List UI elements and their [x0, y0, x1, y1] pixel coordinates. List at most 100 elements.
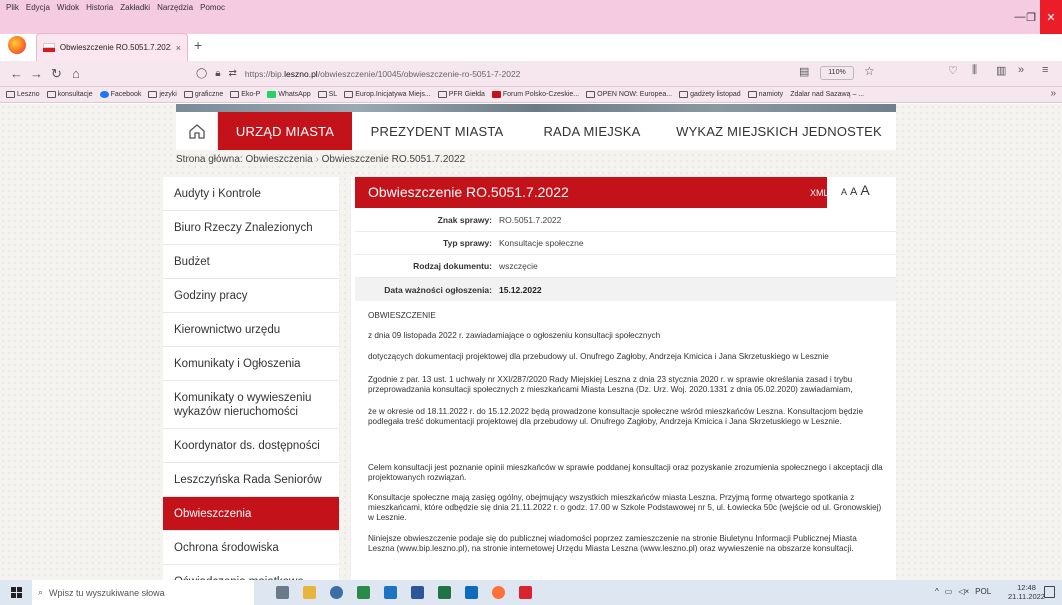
reader-view-icon[interactable]: ▤: [799, 65, 809, 78]
bookmark-item[interactable]: Zdalar nad Sazawą – ...: [790, 91, 864, 98]
bookmark-item[interactable]: namioty: [747, 91, 783, 98]
hamburger-menu-icon[interactable]: ≡: [1042, 64, 1048, 76]
app-icon[interactable]: [384, 586, 397, 599]
nav-wykaz-jednostek[interactable]: WYKAZ MIEJSKICH JEDNOSTEK: [662, 112, 896, 150]
forward-icon[interactable]: →: [30, 66, 43, 81]
breadcrumb-current: Obwieszczenie RO.5051.7.2022: [321, 154, 466, 165]
excel-icon[interactable]: [438, 586, 451, 599]
bookmark-item[interactable]: Eko-P: [230, 91, 260, 98]
windows-start-icon[interactable]: [11, 587, 22, 598]
sidebar-item-wykazy[interactable]: Komunikaty o wywieszeniu wykazów nieruch…: [163, 381, 339, 429]
font-size-switcher: A A A: [841, 182, 870, 198]
new-tab-icon[interactable]: +: [194, 37, 202, 53]
tab-close-icon[interactable]: ×: [176, 43, 181, 53]
bookmark-item[interactable]: gadżety listopad: [679, 91, 741, 98]
bookmarks-overflow-icon[interactable]: »: [1050, 88, 1056, 99]
sidebar-item-komunikaty[interactable]: Komunikaty i Ogłoszenia: [163, 347, 339, 381]
file-explorer-icon[interactable]: [303, 586, 316, 599]
header-banner-image: [176, 104, 896, 112]
bookmark-item[interactable]: Facebook: [99, 91, 141, 98]
notifications-icon[interactable]: [1044, 586, 1055, 598]
sidebar-item-audyty[interactable]: Audyty i Kontrole: [163, 177, 339, 211]
bookmark-item[interactable]: graficzne: [183, 91, 223, 98]
meta-row: Typ sprawy: Konsultacje społeczne: [355, 232, 896, 255]
bookmark-item[interactable]: konsultacje: [46, 91, 93, 98]
menu-plik[interactable]: Plik: [6, 3, 19, 12]
bookmark-item[interactable]: Forum Polsko-Czeskie...: [491, 91, 579, 98]
nav-urzad-miasta[interactable]: URZĄD MIASTA: [218, 112, 352, 150]
permissions-icon[interactable]: ⇄: [229, 68, 237, 79]
sidebar-item-budzet[interactable]: Budżet: [163, 245, 339, 279]
taskbar-clock[interactable]: 12:48 21.11.2022: [1008, 583, 1045, 601]
doc-paragraph: Niniejsze obwieszczenie podaje się do pu…: [368, 534, 857, 553]
close-window-icon[interactable]: ✕: [1040, 0, 1062, 34]
app-icon[interactable]: [330, 586, 343, 599]
bookmark-item[interactable]: WhatsApp: [267, 91, 311, 98]
menu-edycja[interactable]: Edycja: [26, 3, 50, 12]
main-navigation: URZĄD MIASTA PREZYDENT MIASTA RADA MIEJS…: [176, 112, 896, 150]
font-size-large[interactable]: A: [860, 182, 869, 198]
search-placeholder: Wpisz tu wyszukiwane słowa: [49, 587, 165, 598]
sidebar-icon[interactable]: ▥: [996, 64, 1006, 77]
library-icon[interactable]: ⫼: [972, 64, 977, 77]
sidebar-item-oswiadczenia[interactable]: Oświadczenia majątkowe: [163, 565, 339, 581]
bookmark-item[interactable]: Europ.Inicjatywa Miejs...: [344, 91, 431, 98]
nav-rada-miejska[interactable]: RADA MIEJSKA: [522, 112, 662, 150]
network-icon[interactable]: ▭: [945, 587, 953, 596]
sidebar-item-godziny[interactable]: Godziny pracy: [163, 279, 339, 313]
home-icon[interactable]: ⌂: [72, 66, 80, 81]
language-indicator[interactable]: POL: [975, 587, 991, 596]
bookmark-item[interactable]: jezyki: [148, 91, 177, 98]
pocket-icon[interactable]: ♡: [948, 64, 958, 77]
browser-tab-active[interactable]: Obwieszczenie RO.5051.7.2022 ×: [36, 33, 188, 61]
bookmark-item[interactable]: PFR Giełda: [437, 91, 485, 98]
zoom-level[interactable]: 110%: [820, 66, 854, 80]
folder-icon: [183, 91, 193, 98]
menu-zakladki[interactable]: Zakładki: [120, 3, 150, 12]
reload-icon[interactable]: ↻: [51, 66, 62, 82]
taskbar-search[interactable]: ⌕ Wpisz tu wyszukiwane słowa: [32, 580, 254, 605]
overflow-icon[interactable]: »: [1018, 64, 1024, 76]
font-size-medium[interactable]: A: [850, 186, 857, 198]
task-view-icon[interactable]: [276, 586, 289, 599]
sidebar-item-koordynator[interactable]: Koordynator ds. dostępności: [163, 429, 339, 463]
breadcrumb-root[interactable]: Strona główna: Obwieszczenia: [176, 154, 313, 165]
bookmark-star-icon[interactable]: ☆: [864, 64, 875, 78]
firefox-icon[interactable]: [492, 586, 505, 599]
url-text[interactable]: https://bip.leszno.pl/obwieszczenie/1004…: [245, 69, 521, 79]
sidebar-item-ochrona[interactable]: Ochrona środowiska: [163, 531, 339, 565]
sidebar-item-kierownictwo[interactable]: Kierownictwo urzędu: [163, 313, 339, 347]
xml-link[interactable]: XML: [810, 188, 829, 198]
folder-icon: [6, 91, 15, 98]
tray-chevron-icon[interactable]: ^: [935, 587, 939, 596]
breadcrumb-separator: ›: [315, 154, 319, 165]
sidebar-menu: Audyty i Kontrole Biuro Rzeczy Znalezion…: [163, 177, 339, 580]
meta-row: Rodzaj dokumentu: wszczęcie: [355, 255, 896, 278]
maximize-icon[interactable]: ❐: [1020, 0, 1042, 34]
meta-value: wszczęcie: [499, 261, 538, 271]
sidebar-item-obwieszczenia[interactable]: Obwieszczenia: [163, 497, 339, 531]
nav-prezydent-miasta[interactable]: PREZYDENT MIASTA: [352, 112, 522, 150]
outlook-icon[interactable]: [465, 586, 478, 599]
volume-icon[interactable]: ◁×: [958, 587, 969, 596]
folder-icon: [148, 91, 158, 98]
tracking-shield-icon[interactable]: ◯: [196, 68, 207, 79]
menu-historia[interactable]: Historia: [86, 3, 113, 12]
app-icon[interactable]: [357, 586, 370, 599]
acrobat-icon[interactable]: [519, 586, 532, 599]
menu-pomoc[interactable]: Pomoc: [200, 3, 225, 12]
menu-narzedzia[interactable]: Narzędzia: [157, 3, 193, 12]
bookmark-item[interactable]: OPEN NOW: Europea...: [586, 91, 672, 98]
lock-icon[interactable]: 🔒︎: [215, 68, 220, 79]
bookmark-item[interactable]: SL: [317, 91, 337, 98]
menu-widok[interactable]: Widok: [57, 3, 79, 12]
sidebar-item-rada-seniorow[interactable]: Leszczyńska Rada Seniorów: [163, 463, 339, 497]
folder-icon: [344, 91, 354, 98]
home-icon[interactable]: [176, 112, 218, 150]
word-icon[interactable]: [411, 586, 424, 599]
bookmark-item[interactable]: Leszno: [6, 91, 40, 98]
browser-menubar: Plik Edycja Widok Historia Zakładki Narz…: [0, 0, 1062, 34]
font-size-small[interactable]: A: [841, 187, 847, 197]
sidebar-item-biuro[interactable]: Biuro Rzeczy Znalezionych: [163, 211, 339, 245]
back-icon[interactable]: ←: [10, 66, 23, 81]
